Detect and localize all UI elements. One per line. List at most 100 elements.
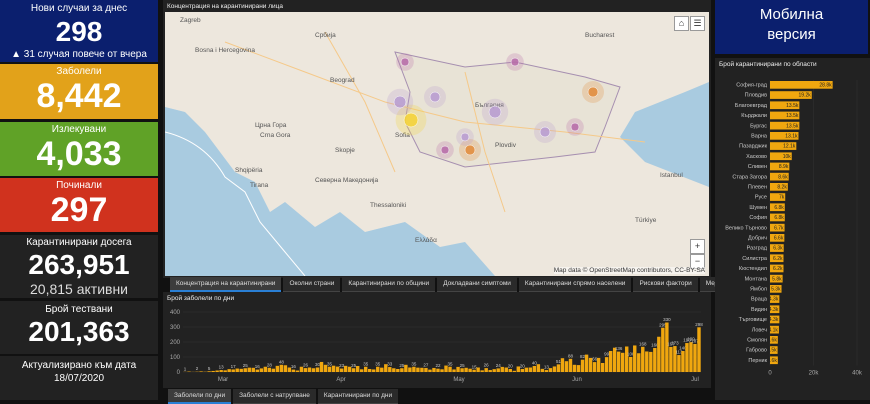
heat-cluster[interactable] (401, 58, 409, 66)
daily-bar[interactable] (436, 369, 439, 372)
daily-bar[interactable] (207, 371, 210, 372)
daily-bar[interactable] (332, 366, 335, 372)
daily-bar[interactable] (665, 323, 668, 373)
daily-bar[interactable] (223, 370, 226, 372)
daily-bar[interactable] (211, 371, 214, 372)
tab-symptoms[interactable]: Докладвани симптоми (437, 277, 517, 292)
daily-bar[interactable] (248, 368, 251, 372)
heat-cluster[interactable] (511, 58, 519, 66)
tab-cumulative[interactable]: Заболели с натрупване (233, 389, 316, 404)
daily-bar[interactable] (292, 370, 295, 372)
daily-bar[interactable] (533, 366, 536, 372)
daily-bar[interactable] (525, 368, 528, 372)
daily-bar[interactable] (396, 369, 399, 372)
daily-bar[interactable] (316, 368, 319, 373)
daily-bar[interactable] (276, 366, 279, 372)
mobile-version-link[interactable]: Мобилна версия (715, 0, 868, 54)
daily-bar[interactable] (669, 347, 672, 372)
daily-bar[interactable] (609, 351, 612, 372)
daily-bar[interactable] (649, 352, 652, 372)
daily-bar[interactable] (256, 370, 259, 372)
daily-bar[interactable] (400, 368, 403, 372)
daily-bar[interactable] (497, 368, 500, 372)
daily-bar[interactable] (376, 367, 379, 372)
daily-bar[interactable] (577, 365, 580, 372)
daily-bar[interactable] (320, 362, 323, 372)
daily-bar[interactable] (537, 364, 540, 372)
daily-bar[interactable] (605, 357, 608, 372)
daily-bar[interactable] (513, 371, 516, 372)
daily-bar[interactable] (581, 360, 584, 372)
daily-bar[interactable] (308, 368, 311, 373)
daily-bar[interactable] (460, 368, 463, 372)
daily-bar[interactable] (565, 361, 568, 372)
daily-bar[interactable] (352, 368, 355, 372)
map-view[interactable]: Bosna i HercegovinaСрбијаЦрна ГораCrna G… (165, 12, 709, 276)
zoom-in-button[interactable]: + (690, 239, 705, 254)
heat-cluster[interactable] (588, 87, 598, 97)
daily-bar[interactable] (368, 369, 371, 372)
daily-bar[interactable] (464, 368, 467, 372)
daily-bar[interactable] (549, 368, 552, 372)
daily-bar[interactable] (428, 370, 431, 372)
daily-bar[interactable] (529, 368, 532, 373)
daily-bar[interactable] (231, 369, 234, 372)
daily-bar[interactable] (440, 369, 443, 372)
daily-bar[interactable] (488, 370, 491, 372)
daily-bar[interactable] (199, 371, 202, 372)
daily-bar[interactable] (312, 368, 315, 372)
daily-bar[interactable] (597, 358, 600, 372)
daily-bar[interactable] (645, 351, 648, 372)
daily-bar[interactable] (412, 367, 415, 372)
daily-bar[interactable] (280, 365, 283, 372)
daily-bar[interactable] (509, 369, 512, 372)
tab-municipalities[interactable]: Карантинирани по общини (342, 277, 435, 292)
tab-concentration[interactable]: Концентрация на карантинирани (170, 277, 281, 292)
daily-bar[interactable] (545, 370, 548, 372)
daily-bar[interactable] (585, 355, 588, 372)
daily-bar[interactable] (625, 347, 628, 373)
heat-cluster[interactable] (489, 106, 501, 118)
daily-bar[interactable] (521, 369, 524, 372)
daily-bar[interactable] (356, 366, 359, 372)
daily-bar[interactable] (661, 328, 664, 372)
daily-bar[interactable] (573, 365, 576, 372)
heat-cluster[interactable] (404, 113, 418, 127)
daily-bar[interactable] (561, 358, 564, 372)
daily-bar[interactable] (244, 368, 247, 372)
daily-bar[interactable] (480, 370, 483, 372)
daily-bar[interactable] (677, 355, 680, 372)
daily-bar[interactable] (264, 367, 267, 372)
daily-bar[interactable] (344, 366, 347, 372)
daily-bar[interactable] (681, 351, 684, 372)
heat-cluster[interactable] (465, 145, 475, 155)
daily-bar[interactable] (637, 353, 640, 372)
daily-bar[interactable] (492, 369, 495, 372)
daily-bar[interactable] (472, 370, 475, 372)
daily-bar[interactable] (641, 347, 644, 372)
daily-bar[interactable] (452, 369, 455, 372)
daily-bar[interactable] (448, 367, 451, 372)
tab-population[interactable]: Карантинирани спрямо населени (519, 277, 632, 292)
daily-bar[interactable] (653, 348, 656, 372)
daily-bar[interactable] (227, 369, 230, 372)
daily-bar[interactable] (272, 369, 275, 372)
daily-bar[interactable] (697, 327, 700, 372)
daily-bar[interactable] (215, 371, 218, 373)
heat-cluster[interactable] (394, 96, 406, 108)
daily-bar[interactable] (340, 369, 343, 372)
daily-bar[interactable] (633, 345, 636, 372)
daily-bar[interactable] (557, 364, 560, 372)
daily-bar[interactable] (380, 368, 383, 372)
daily-bar[interactable] (424, 368, 427, 372)
daily-bar[interactable] (260, 368, 263, 372)
daily-bar[interactable] (621, 353, 624, 372)
daily-bar[interactable] (372, 369, 375, 372)
tab-quarantined-daily[interactable]: Карантинирани по дни (318, 389, 398, 404)
daily-bar[interactable] (629, 357, 632, 372)
daily-bar[interactable] (392, 368, 395, 372)
daily-bar[interactable] (689, 342, 692, 372)
tab-risk[interactable]: Рискови фактори (633, 277, 697, 292)
heat-cluster[interactable] (540, 127, 550, 137)
daily-bar[interactable] (240, 369, 243, 372)
